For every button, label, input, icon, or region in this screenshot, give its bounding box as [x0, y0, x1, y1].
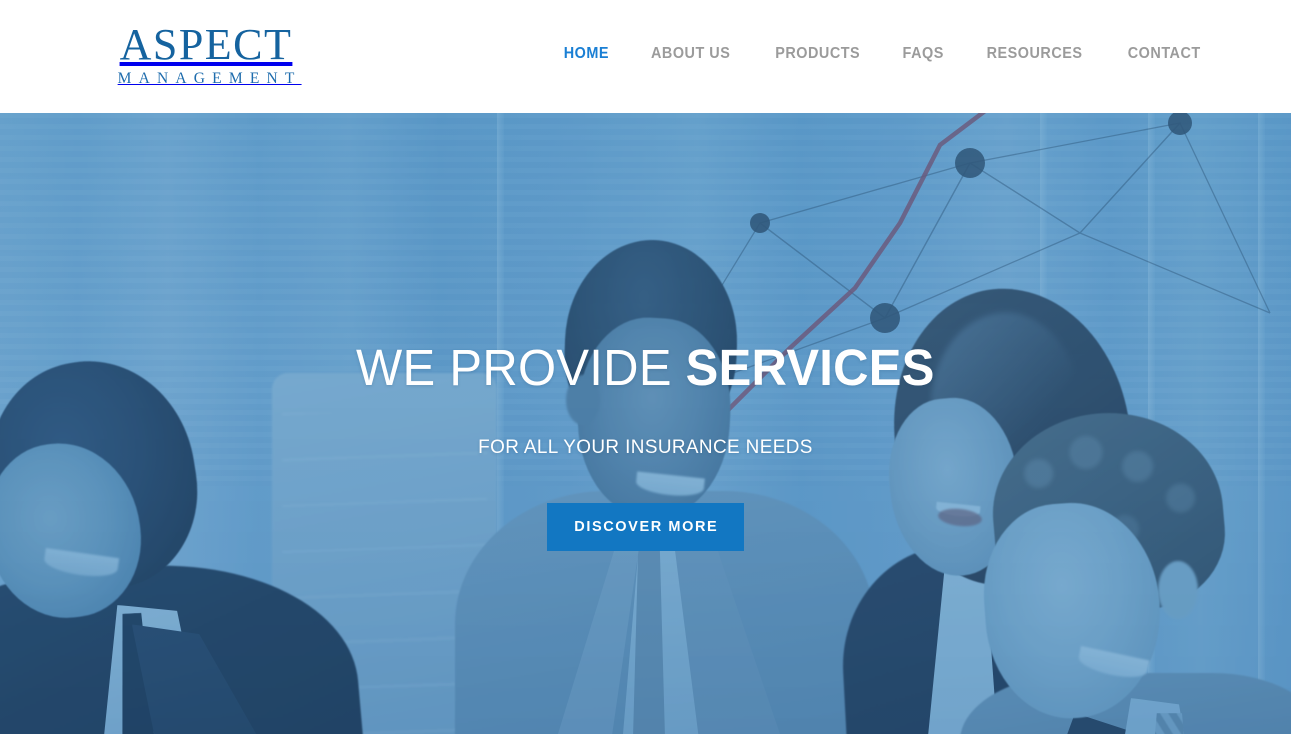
site-logo[interactable]: ASPECT MANAGEMENT — [81, 20, 331, 88]
hero-headline-bold: SERVICES — [685, 339, 935, 396]
nav-item-about-us[interactable]: ABOUT US — [651, 45, 730, 63]
hero-subheadline: FOR ALL YOUR INSURANCE NEEDS — [478, 436, 813, 458]
discover-more-button[interactable]: DISCOVER MORE — [547, 503, 744, 551]
hero-headline: WE PROVIDE SERVICES — [356, 342, 935, 393]
nav-item-products[interactable]: PRODUCTS — [775, 45, 860, 63]
hero-banner: WE PROVIDE SERVICES FOR ALL YOUR INSURAN… — [0, 113, 1291, 734]
hero-headline-light: WE PROVIDE — [356, 339, 686, 396]
primary-navigation: HOME ABOUT US PRODUCTS FAQS RESOURCES CO… — [562, 45, 1203, 63]
logo-secondary-text: MANAGEMENT — [117, 70, 302, 88]
nav-item-home[interactable]: HOME — [563, 45, 608, 63]
hero-content: WE PROVIDE SERVICES FOR ALL YOUR INSURAN… — [0, 113, 1291, 734]
logo-primary-text: ASPECT — [119, 20, 293, 69]
site-header: ASPECT MANAGEMENT HOME ABOUT US PRODUCTS… — [0, 0, 1291, 113]
nav-item-contact[interactable]: CONTACT — [1127, 45, 1200, 63]
nav-item-resources[interactable]: RESOURCES — [987, 45, 1083, 63]
nav-item-faqs[interactable]: FAQS — [903, 45, 944, 63]
